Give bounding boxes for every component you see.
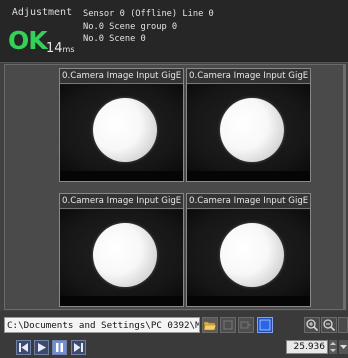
pause-button[interactable] <box>52 340 67 355</box>
image-pane-title: 0.Camera Image Input GigE <box>60 69 183 84</box>
image-export-icon <box>240 321 251 329</box>
image-display-area: 0.Camera Image Input GigE 0.Camera Image… <box>4 64 346 310</box>
disabled-tool-button[interactable] <box>220 317 236 333</box>
info-line-scene: No.0 Scene 0 <box>83 34 146 44</box>
image-area-scrollbar[interactable] <box>343 65 345 309</box>
zoom-out-button[interactable] <box>321 317 337 333</box>
info-line-scene-group: No.0 Scene group 0 <box>83 21 178 32</box>
camera-image <box>187 85 310 171</box>
processing-time-value: 14 <box>46 41 63 56</box>
monitor-icon <box>259 319 271 331</box>
processing-time-unit: ms <box>62 45 75 54</box>
play-icon <box>38 343 46 352</box>
info-line-sensor: Sensor 0 (Offline) Line 0 <box>83 9 214 19</box>
pause-icon <box>56 343 63 352</box>
app-window: Adjustment OK 14ms Sensor 0 (Offline) Li… <box>0 0 348 358</box>
image-pane[interactable]: 0.Camera Image Input GigE <box>59 68 184 182</box>
target-object <box>93 223 157 287</box>
mode-label: Adjustment <box>11 7 73 18</box>
camera-image <box>60 210 183 296</box>
processing-time: 14ms <box>46 41 75 56</box>
image-pane-footer <box>187 296 310 306</box>
target-object <box>220 223 284 287</box>
zoom-in-button[interactable] <box>304 317 320 333</box>
image-pane-footer <box>187 171 310 181</box>
target-object <box>220 98 284 162</box>
image-pane-title: 0.Camera Image Input GigE <box>187 69 310 84</box>
folder-open-icon <box>203 321 217 331</box>
zoom-out-icon <box>323 319 336 332</box>
image-pane[interactable]: 0.Camera Image Input GigE <box>59 193 184 307</box>
camera-image <box>60 85 183 171</box>
open-folder-button[interactable] <box>202 317 218 333</box>
scene-info: Sensor 0 (Offline) Line 0 No.0 Scene grou… <box>83 8 214 46</box>
disabled-tool-button[interactable] <box>238 317 254 333</box>
image-pane-footer <box>60 171 183 181</box>
file-path-field[interactable]: C:\Documents and Settings\PC 0392\My <box>4 317 200 333</box>
camera-image <box>187 210 310 296</box>
image-pane-title: 0.Camera Image Input GigE <box>187 194 310 209</box>
image-pane[interactable]: 0.Camera Image Input GigE <box>186 68 311 182</box>
image-pane-footer <box>60 296 183 306</box>
target-object <box>93 98 157 162</box>
first-frame-button[interactable] <box>16 340 31 355</box>
zoom-spinner[interactable] <box>329 340 337 354</box>
display-mode-button[interactable] <box>257 317 273 333</box>
zoom-dropdown-button[interactable] <box>339 340 348 354</box>
status-header: Adjustment OK 14ms Sensor 0 (Offline) Li… <box>0 0 348 63</box>
image-pane-title: 0.Camera Image Input GigE <box>60 194 183 209</box>
zoom-in-icon <box>306 319 319 332</box>
chevron-down-icon <box>340 345 347 349</box>
fit-view-button[interactable] <box>338 317 348 333</box>
image-save-icon <box>223 320 233 330</box>
bottom-toolbar: C:\Documents and Settings\PC 0392\My 25.… <box>0 311 348 358</box>
last-frame-button[interactable] <box>71 340 86 355</box>
judgement-status: OK <box>8 26 48 55</box>
image-pane[interactable]: 0.Camera Image Input GigE <box>186 193 311 307</box>
skip-to-start-icon <box>19 343 28 352</box>
play-button[interactable] <box>34 340 49 355</box>
skip-to-end-icon <box>74 343 83 352</box>
spinner-arrows-icon <box>330 342 336 352</box>
zoom-value-field[interactable]: 25.936 <box>286 340 328 354</box>
